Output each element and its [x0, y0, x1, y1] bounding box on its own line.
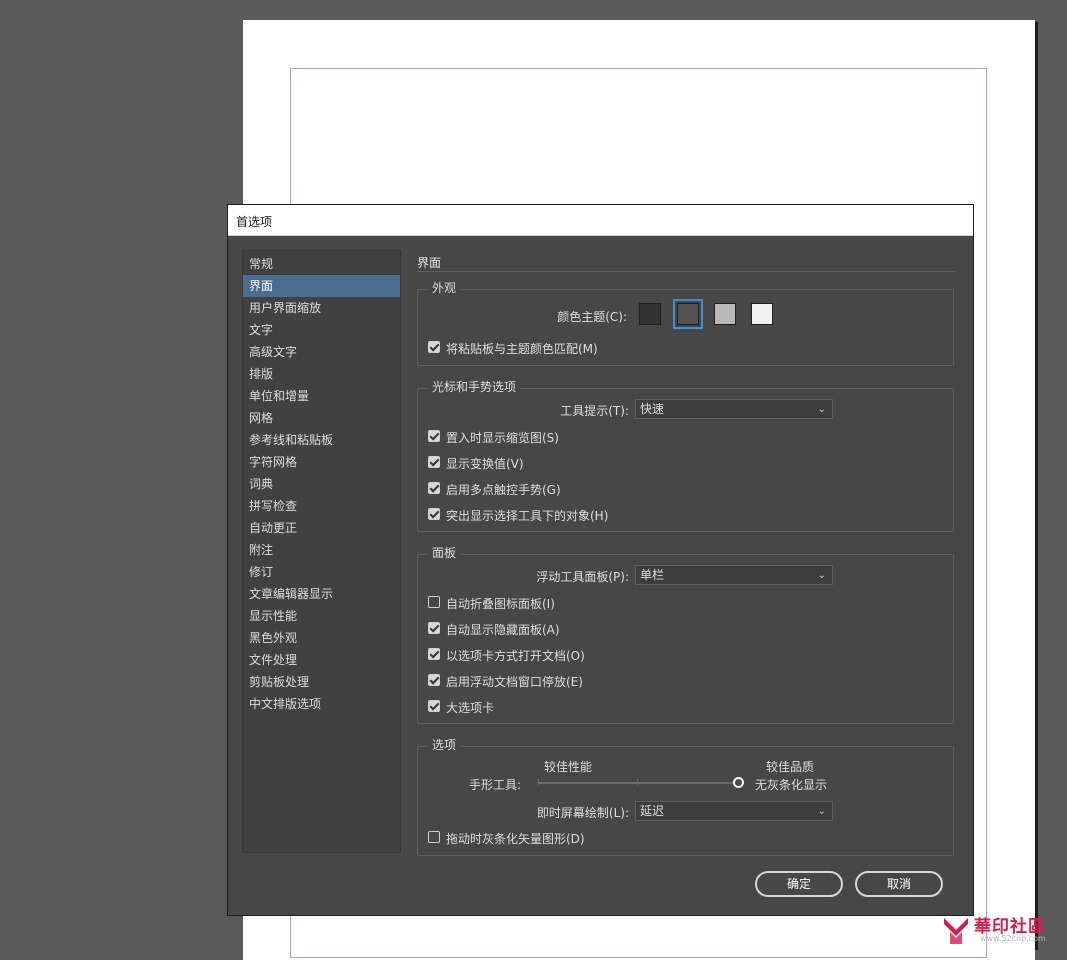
options-group-label: 选项: [428, 736, 461, 753]
section-divider: [417, 271, 955, 272]
sidebar-item-dictionary[interactable]: 词典: [243, 473, 400, 495]
slider-tick: [637, 779, 638, 785]
open-as-tabs-label: 以选项卡方式打开文档(O): [446, 649, 585, 663]
multitouch-checkbox[interactable]: [428, 482, 440, 494]
watermark-logo-icon: [944, 918, 968, 944]
floating-docking-checkbox[interactable]: [428, 674, 440, 686]
theme-swatch-light[interactable]: [751, 303, 773, 325]
auto-show-hidden-checkbox[interactable]: [428, 622, 440, 634]
sidebar-item-display-performance[interactable]: 显示性能: [243, 605, 400, 627]
sidebar-item-advanced-type[interactable]: 高级文字: [243, 341, 400, 363]
sidebar-item-ui-scaling[interactable]: 用户界面缩放: [243, 297, 400, 319]
preferences-dialog: 首选项 常规 界面 用户界面缩放 文字 高级文字 排版 单位和增量 网格 参考线…: [227, 204, 974, 916]
slider-left-label: 较佳性能: [544, 760, 593, 774]
live-draw-select[interactable]: 延迟 ⌄: [635, 801, 833, 821]
sidebar-item-general[interactable]: 常规: [243, 253, 400, 275]
sidebar-item-cjk-composition[interactable]: 中文排版选项: [243, 693, 400, 715]
floating-panel-select[interactable]: 单栏 ⌄: [635, 565, 833, 585]
tooltip-select[interactable]: 快速 ⌄: [635, 399, 833, 419]
sidebar-item-interface[interactable]: 界面: [243, 275, 400, 297]
auto-show-hidden-label: 自动显示隐藏面板(A): [446, 623, 560, 637]
show-transform-values-label: 显示变换值(V): [446, 457, 524, 471]
chevron-down-icon: ⌄: [817, 806, 826, 817]
ok-button[interactable]: 确定: [755, 871, 843, 897]
large-tabs-label: 大选项卡: [446, 701, 495, 715]
sidebar-item-story-editor[interactable]: 文章编辑器显示: [243, 583, 400, 605]
cancel-button[interactable]: 取消: [855, 871, 943, 897]
theme-swatch-dark[interactable]: [639, 303, 661, 325]
show-thumbnails-label: 置入时显示缩览图(S): [446, 431, 559, 445]
sidebar-item-composition[interactable]: 排版: [243, 363, 400, 385]
sidebar-item-track-changes[interactable]: 修订: [243, 561, 400, 583]
sidebar-item-guides[interactable]: 参考线和粘贴板: [243, 429, 400, 451]
tooltip-select-value: 快速: [640, 402, 665, 416]
page-shadow: [1035, 22, 1038, 950]
cursor-gesture-group: 光标和手势选项 工具提示(T): 快速 ⌄ 置入时显示缩览图(S) 显示变换值(…: [417, 378, 954, 532]
watermark-url: www.52cnp.com: [980, 934, 1046, 943]
sidebar-item-grids[interactable]: 网格: [243, 407, 400, 429]
sidebar-item-autocorrect[interactable]: 自动更正: [243, 517, 400, 539]
chevron-down-icon: ⌄: [817, 570, 826, 581]
sidebar-item-file-handling[interactable]: 文件处理: [243, 649, 400, 671]
sidebar-item-units[interactable]: 单位和增量: [243, 385, 400, 407]
tooltip-label: 工具提示(T):: [560, 404, 629, 418]
floating-docking-label: 启用浮动文档窗口停放(E): [446, 675, 583, 689]
sidebar-item-spelling[interactable]: 拼写检查: [243, 495, 400, 517]
hand-tool-slider-knob[interactable]: [733, 777, 744, 788]
hand-tool-label: 手形工具:: [468, 778, 521, 792]
match-pasteboard-checkbox[interactable]: [428, 341, 440, 353]
sidebar-item-clipboard[interactable]: 剪贴板处理: [243, 671, 400, 693]
dialog-titlebar[interactable]: 首选项: [228, 205, 973, 236]
sidebar-item-frame-grid[interactable]: 字符网格: [243, 451, 400, 473]
show-thumbnails-checkbox[interactable]: [428, 430, 440, 442]
slider-right-label: 较佳品质: [766, 760, 815, 774]
hand-tool-slider-track[interactable]: [538, 782, 734, 784]
auto-collapse-label: 自动折叠图标面板(I): [446, 597, 555, 611]
greek-vector-checkbox[interactable]: [428, 831, 440, 843]
cursor-group-label: 光标和手势选项: [428, 378, 521, 395]
section-title: 界面: [417, 256, 442, 270]
highlight-object-label: 突出显示选择工具下的对象(H): [446, 509, 609, 523]
theme-swatch-medium-dark[interactable]: [673, 299, 703, 329]
match-pasteboard-label: 将粘贴板与主题颜色匹配(M): [446, 342, 598, 356]
hand-tool-value-label: 无灰条化显示: [755, 778, 828, 792]
floating-panel-label: 浮动工具面板(P):: [536, 570, 629, 584]
slider-tick: [538, 779, 539, 785]
sidebar-item-type[interactable]: 文字: [243, 319, 400, 341]
live-draw-label: 即时屏幕绘制(L):: [536, 806, 629, 820]
auto-collapse-checkbox[interactable]: [428, 596, 440, 608]
multitouch-label: 启用多点触控手势(G): [446, 483, 561, 497]
color-theme-label: 颜色主题(C):: [557, 310, 627, 324]
dialog-title: 首选项: [236, 215, 273, 229]
theme-swatch-medium-light[interactable]: [714, 303, 736, 325]
panels-group: 面板 浮动工具面板(P): 单栏 ⌄ 自动折叠图标面板(I) 自动显示隐藏面板(…: [417, 544, 954, 724]
large-tabs-checkbox[interactable]: [428, 700, 440, 712]
sidebar-item-notes[interactable]: 附注: [243, 539, 400, 561]
floating-panel-select-value: 单栏: [640, 568, 665, 582]
preferences-category-list: 常规 界面 用户界面缩放 文字 高级文字 排版 单位和增量 网格 参考线和粘贴板…: [242, 250, 401, 853]
greek-vector-label: 拖动时灰条化矢量图形(D): [446, 832, 585, 846]
open-as-tabs-checkbox[interactable]: [428, 648, 440, 660]
panels-group-label: 面板: [428, 544, 461, 561]
highlight-object-checkbox[interactable]: [428, 508, 440, 520]
sidebar-item-black[interactable]: 黑色外观: [243, 627, 400, 649]
show-transform-values-checkbox[interactable]: [428, 456, 440, 468]
appearance-group: 外观 颜色主题(C): 将粘贴板与主题颜色匹配(M): [417, 279, 954, 366]
live-draw-select-value: 延迟: [640, 804, 665, 818]
appearance-group-label: 外观: [428, 279, 461, 296]
options-group: 选项 较佳性能 较佳品质 手形工具: 无灰条化显示 即时屏幕绘制(L): 延迟 …: [417, 736, 954, 856]
chevron-down-icon: ⌄: [817, 404, 826, 415]
watermark: 華印社區 www.52cnp.com: [938, 912, 1066, 948]
